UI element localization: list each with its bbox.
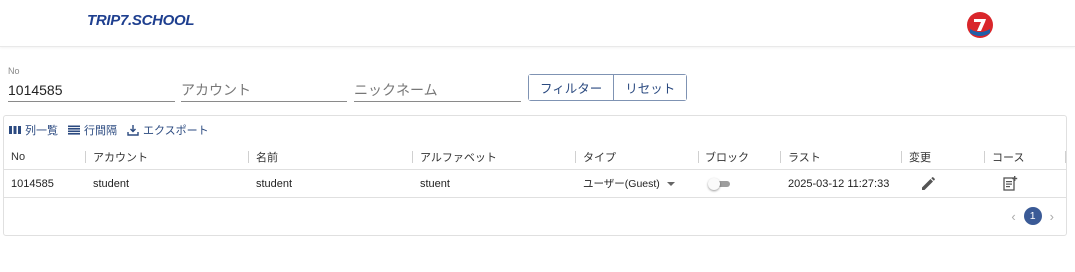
- column-separator[interactable]: [575, 151, 576, 163]
- column-header-alphabet[interactable]: アルファベット: [420, 144, 497, 169]
- cell-last: 2025-03-12 11:27:33: [788, 177, 890, 190]
- type-select[interactable]: ユーザー(Guest): [583, 170, 675, 197]
- filter-button-group: フィルター リセット: [528, 74, 688, 101]
- toggle-switch[interactable]: [708, 177, 732, 190]
- course-button[interactable]: [1003, 170, 1018, 197]
- cell-no: 1014585: [11, 177, 54, 190]
- table-row[interactable]: 1014585 student student stuent ユーザー(Gues…: [4, 170, 1066, 198]
- cell-name: student: [256, 177, 293, 190]
- column-separator[interactable]: [780, 151, 781, 163]
- chevron-down-icon: [666, 181, 675, 186]
- no-field-label: No: [8, 66, 20, 76]
- data-grid: 列一覧 行間隔 エクスポート No アカウント 名前 アルファベット タイプ ブ…: [3, 115, 1067, 236]
- column-header-account[interactable]: アカウント: [93, 144, 148, 169]
- download-icon: [127, 125, 139, 136]
- column-separator[interactable]: [1065, 151, 1066, 163]
- column-header-last[interactable]: ラスト: [788, 144, 821, 169]
- column-header-no[interactable]: No: [11, 144, 25, 169]
- filter-button[interactable]: フィルター: [529, 75, 614, 100]
- brand-logo-text[interactable]: TRIP7.SCHOOL: [87, 12, 195, 29]
- column-separator[interactable]: [984, 151, 985, 163]
- account-filter-input[interactable]: [181, 78, 347, 102]
- column-separator[interactable]: [412, 151, 413, 163]
- next-page-icon[interactable]: ›: [1050, 209, 1054, 224]
- columns-label: 列一覧: [25, 125, 58, 137]
- pagination: ‹ 1 ›: [1011, 207, 1054, 225]
- column-separator[interactable]: [248, 151, 249, 163]
- column-separator[interactable]: [698, 151, 699, 163]
- trip7-logo-icon[interactable]: [966, 11, 994, 39]
- columns-icon: [9, 126, 21, 134]
- export-label: エクスポート: [143, 125, 209, 137]
- column-header-edit[interactable]: 変更: [909, 144, 931, 169]
- columns-button[interactable]: 列一覧: [9, 122, 58, 138]
- column-separator[interactable]: [901, 151, 902, 163]
- type-select-value: ユーザー(Guest): [583, 178, 660, 190]
- export-button[interactable]: エクスポート: [127, 122, 209, 138]
- density-icon: [68, 125, 80, 135]
- prev-page-icon[interactable]: ‹: [1011, 209, 1015, 224]
- pencil-icon: [922, 176, 935, 190]
- reset-button[interactable]: リセット: [613, 75, 687, 100]
- page-number-button[interactable]: 1: [1023, 207, 1042, 225]
- column-header-type[interactable]: タイプ: [583, 144, 616, 169]
- no-filter-input[interactable]: [8, 78, 175, 102]
- column-header-name[interactable]: 名前: [256, 144, 278, 169]
- note-add-icon: [1003, 176, 1018, 191]
- grid-header-row: No アカウント 名前 アルファベット タイプ ブロック ラスト 変更 コース: [4, 144, 1066, 170]
- cell-account: student: [93, 177, 130, 190]
- nickname-filter-input[interactable]: [354, 78, 521, 102]
- block-toggle[interactable]: [708, 170, 732, 197]
- edit-button[interactable]: [921, 170, 935, 197]
- cell-alphabet: stuent: [420, 177, 450, 190]
- column-header-course[interactable]: コース: [992, 144, 1024, 169]
- density-label: 行間隔: [84, 125, 117, 137]
- grid-toolbar: 列一覧 行間隔 エクスポート: [9, 122, 213, 138]
- app-header: TRIP7.SCHOOL: [0, 0, 1075, 47]
- density-button[interactable]: 行間隔: [68, 122, 117, 138]
- column-header-block[interactable]: ブロック: [705, 144, 749, 169]
- column-separator[interactable]: [85, 151, 86, 163]
